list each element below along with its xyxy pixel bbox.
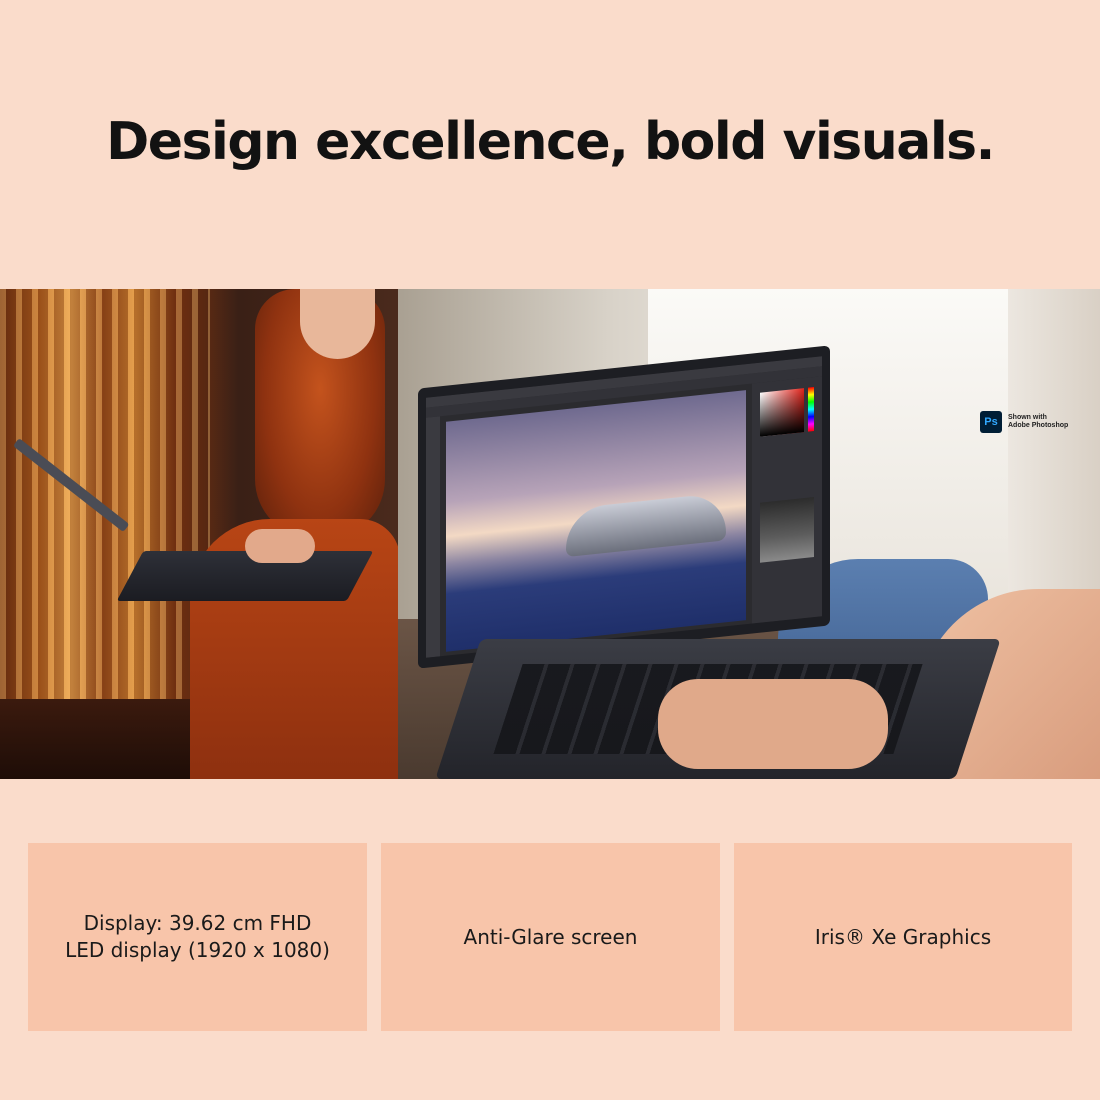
badge-line-1: Shown with [1008, 414, 1047, 421]
feature-card-graphics: Iris® Xe Graphics [734, 843, 1072, 1031]
page-headline: Design excellence, bold visuals. [106, 112, 995, 172]
feature-card-display: Display: 39.62 cm FHD LED display (1920 … [28, 843, 367, 1031]
feature-text-line: Anti-Glare screen [463, 924, 638, 949]
color-picker [760, 388, 804, 437]
histogram [760, 497, 814, 563]
hue-slider [808, 387, 814, 432]
product-photo-strip: Ps Shown with Adobe Photoshop [0, 289, 1100, 779]
ps-canvas-car-image [446, 390, 746, 652]
table [0, 699, 210, 779]
woman-holding-laptop-photo [0, 289, 398, 779]
ps-toolbar [426, 416, 440, 658]
laptop-screen [418, 345, 830, 669]
hand [245, 529, 315, 563]
laptop-photoshop-photo: Ps Shown with Adobe Photoshop [398, 289, 1100, 779]
ps-panels [752, 376, 822, 624]
typing-hands [658, 679, 888, 769]
photoshop-badge-text: Shown with Adobe Photoshop [1008, 414, 1068, 430]
laptop-base [116, 551, 374, 601]
feature-text-line: Iris® Xe Graphics [814, 924, 992, 949]
photoshop-interface [426, 356, 822, 658]
sports-car [566, 492, 726, 558]
feature-card-anti-glare: Anti-Glare screen [381, 843, 720, 1031]
badge-line-2: Adobe Photoshop [1008, 422, 1069, 429]
feature-text-line: Display: 39.62 cm FHD [83, 911, 312, 935]
photoshop-badge: Ps Shown with Adobe Photoshop [980, 411, 1068, 433]
photoshop-logo-icon: Ps [980, 411, 1002, 433]
feature-text-line: LED display (1920 x 1080) [65, 938, 330, 962]
